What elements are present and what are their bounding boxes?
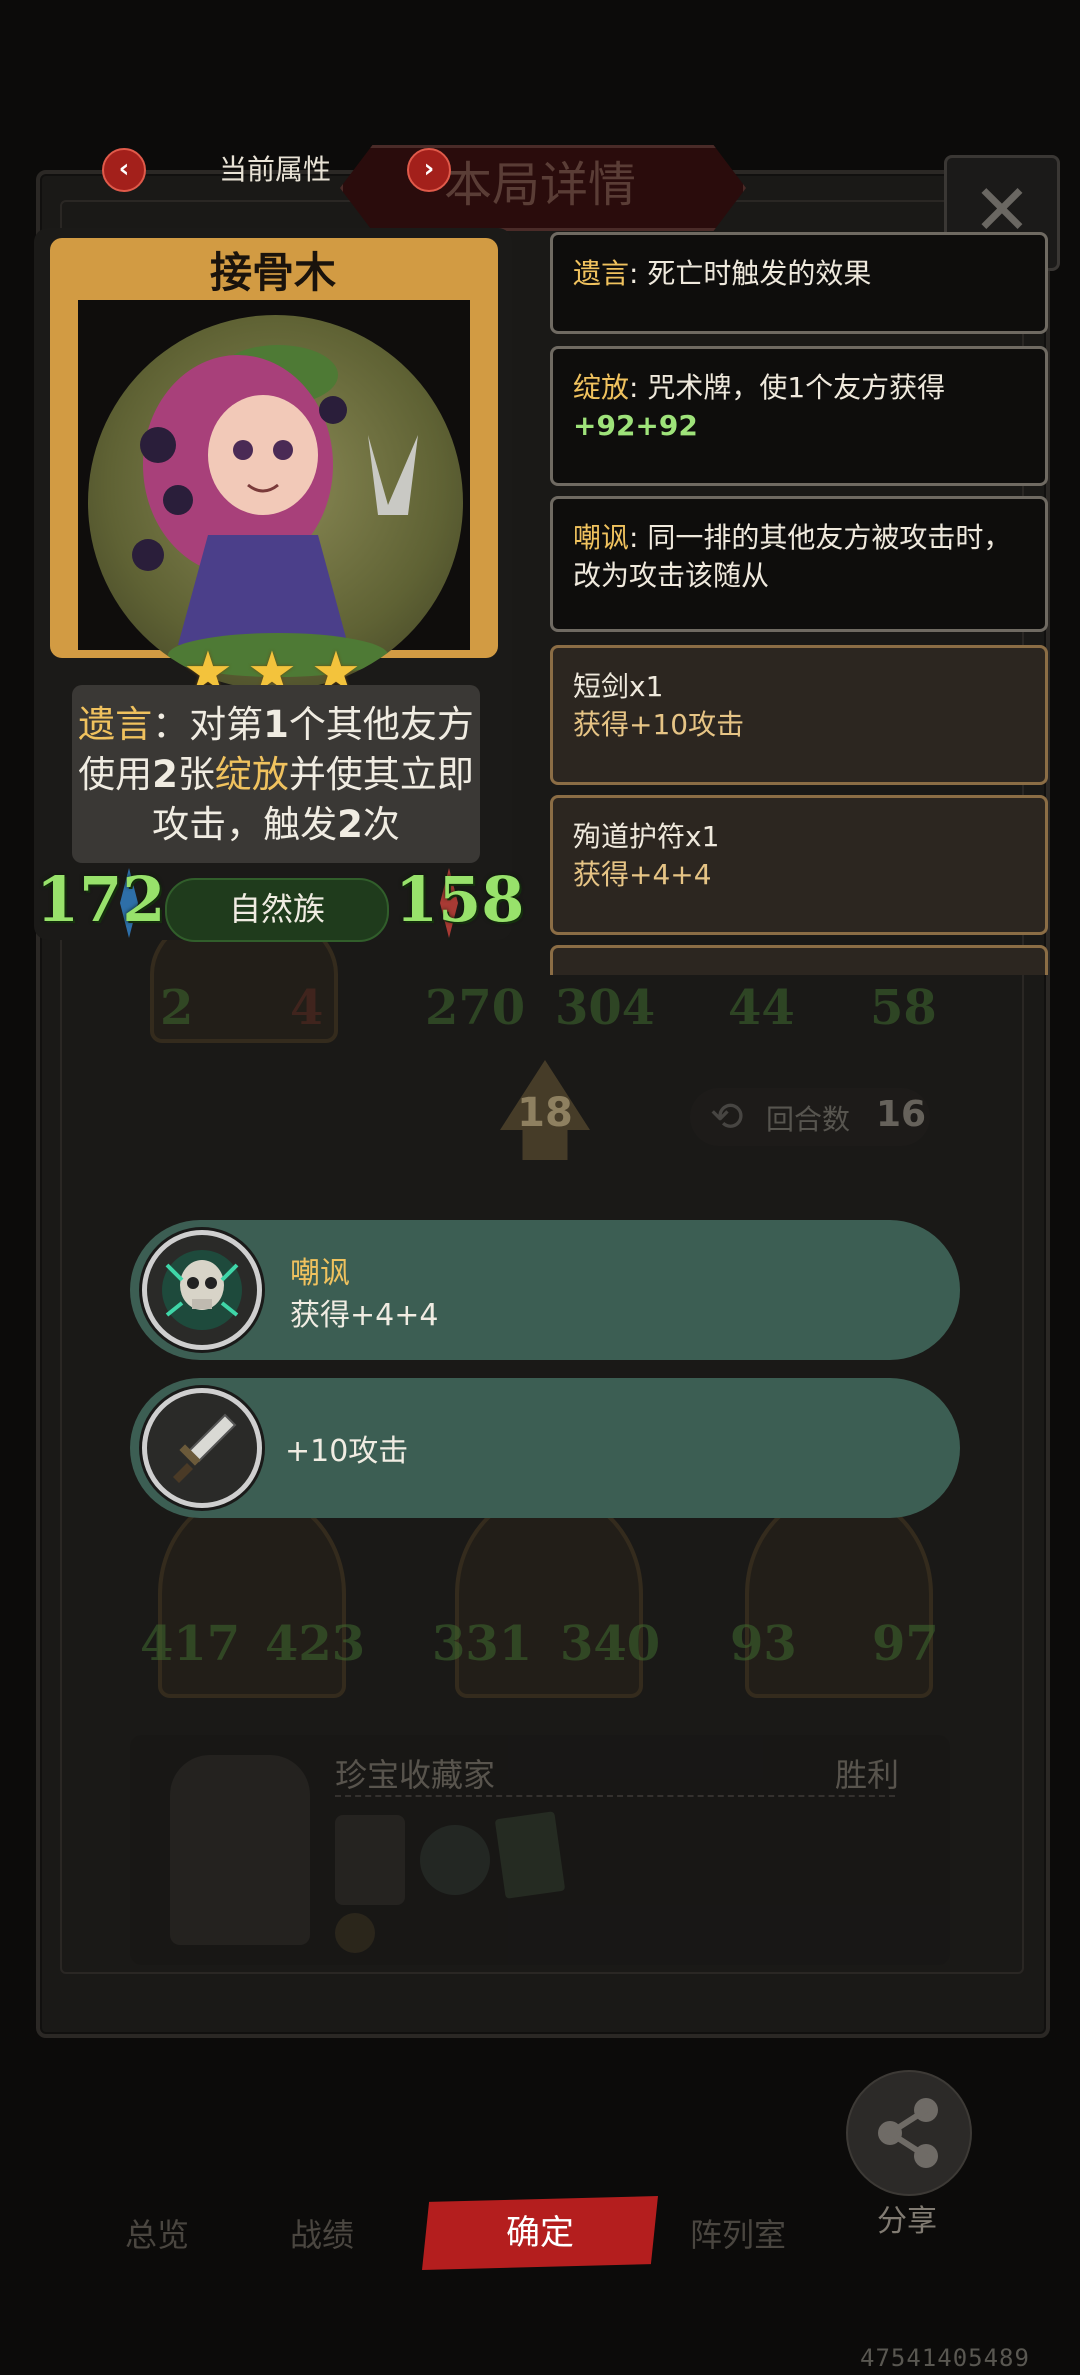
- round-counter: ⟲ 回合数 16: [690, 1088, 930, 1146]
- match-result: 胜利: [835, 1756, 900, 1794]
- card-health: 158: [395, 863, 525, 936]
- minion-4-health: 423: [265, 1616, 366, 1672]
- card-portrait: [88, 315, 463, 690]
- relic-book-icon: [494, 1811, 566, 1899]
- item-name: 短剑x1: [573, 670, 664, 703]
- share-icon: [878, 2098, 938, 2168]
- minion-5-health: 340: [560, 1616, 661, 1672]
- tribe-badge: 自然族: [165, 878, 389, 942]
- popup-text: 获得+4+4: [290, 1298, 439, 1333]
- minion-3-attack: 44: [728, 980, 795, 1036]
- current-attributes-label: 当前属性: [218, 153, 331, 186]
- item-amulet-box: 殉道护符x1 获得+4+4: [550, 795, 1048, 935]
- round-value: 16: [876, 1094, 927, 1135]
- skull-taunt-icon: [142, 1230, 262, 1350]
- card-attack: 172: [36, 863, 166, 936]
- tavern-tier: 18: [517, 1090, 573, 1136]
- share-label: 分享: [877, 2204, 937, 2239]
- keyword-bloom-box: 绽放: 咒术牌，使1个友方获得 +92+92: [550, 346, 1048, 486]
- minion-3-health: 58: [870, 980, 937, 1036]
- hero-portrait: [170, 1755, 310, 1945]
- round-label: 回合数: [766, 1103, 851, 1136]
- minion-1-attack: 2: [160, 980, 194, 1036]
- popup-text: +10攻击: [285, 1434, 409, 1469]
- keyword-taunt-box: 嘲讽: 同一排的其他友方被攻击时，改为攻击该随从: [550, 496, 1048, 632]
- prev-arrow-button[interactable]: ‹: [102, 148, 146, 192]
- minion-6-health: 97: [872, 1616, 939, 1672]
- minion-5-attack: 331: [432, 1616, 533, 1672]
- popup-title: 嘲讽: [290, 1256, 350, 1291]
- buff-popup-attack: +10攻击: [130, 1378, 960, 1518]
- card-name: 接骨木: [209, 248, 336, 297]
- elder-fairy-illustration: [132, 345, 418, 677]
- minion-6-attack: 93: [730, 1616, 797, 1672]
- item-box-partial: [550, 945, 1048, 975]
- next-arrow-button[interactable]: ›: [407, 148, 451, 192]
- buff-popup-taunt: 嘲讽 获得+4+4: [130, 1220, 960, 1360]
- hero-name: 珍宝收藏家: [335, 1756, 496, 1794]
- minion-4-attack: 417: [140, 1616, 241, 1672]
- refresh-icon: ⟲: [710, 1094, 744, 1140]
- user-id: 47541405489: [860, 2344, 1030, 2372]
- share-button[interactable]: [846, 2070, 972, 2196]
- tab-overview[interactable]: 总览: [125, 2210, 189, 2256]
- page-title: 本局详情: [443, 157, 636, 213]
- tab-lineup[interactable]: 阵列室: [690, 2210, 786, 2256]
- hero-power-icon: [335, 1913, 375, 1953]
- minion-2-health: 304: [555, 980, 656, 1036]
- tab-records[interactable]: 战绩: [290, 2210, 354, 2256]
- item-effect: 获得+4+4: [573, 858, 712, 891]
- hero-panel: 珍宝收藏家 胜利: [130, 1735, 950, 1965]
- keyword-deathrattle-box: 遗言: 死亡时触发的效果: [550, 232, 1048, 334]
- item-name: 殉道护符x1: [573, 820, 720, 853]
- item-effect: 获得+10攻击: [573, 708, 745, 741]
- dagger-icon: [142, 1388, 262, 1508]
- minion-2-attack: 270: [425, 980, 526, 1036]
- relic-2: [420, 1825, 490, 1895]
- confirm-button[interactable]: 确定: [422, 2196, 658, 2270]
- item-short-sword-box: 短剑x1 获得+10攻击: [550, 645, 1048, 785]
- minion-1-health: 4: [290, 980, 324, 1036]
- card-description: 遗言：对第1个其他友方使用2张绽放并使其立即攻击，触发2次: [78, 703, 474, 846]
- relic-1: [335, 1815, 405, 1905]
